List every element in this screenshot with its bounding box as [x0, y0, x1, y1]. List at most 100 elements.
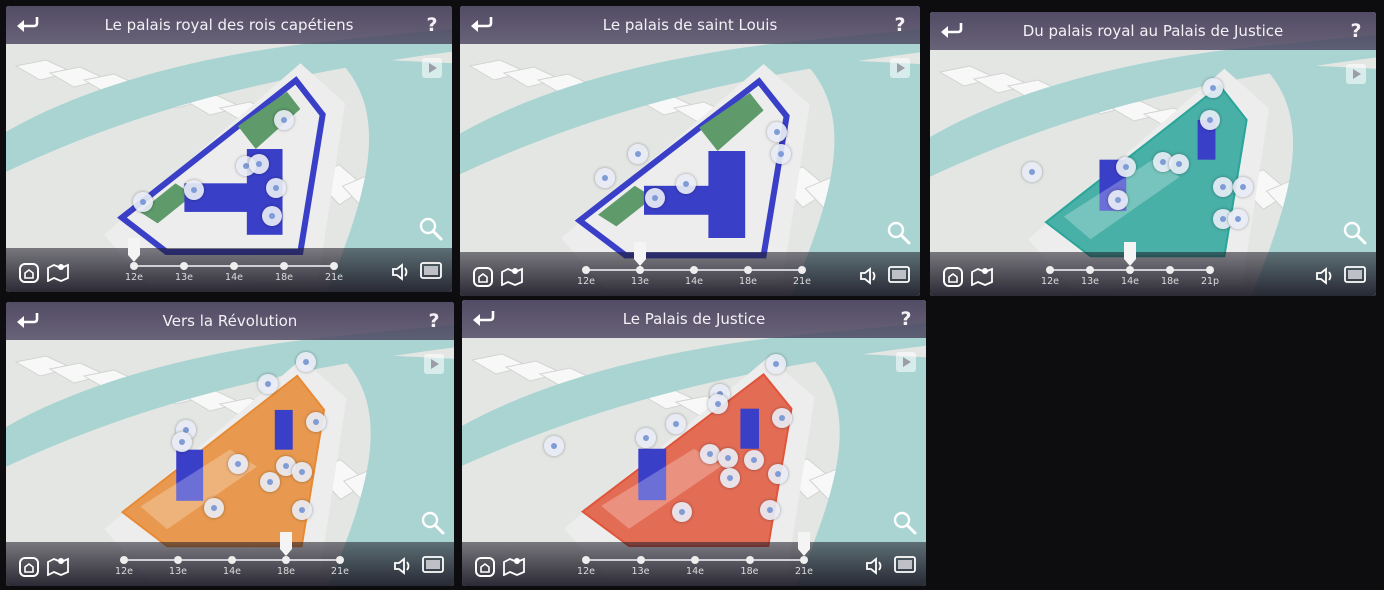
timeline[interactable]: 12e 13e 14e 18e 21e	[577, 532, 813, 578]
zoom-icon[interactable]	[886, 220, 912, 246]
point-of-interest-icon[interactable]	[296, 352, 316, 372]
point-of-interest-icon[interactable]	[744, 450, 764, 470]
help-icon[interactable]: ?	[422, 6, 442, 44]
zoom-icon[interactable]	[420, 510, 446, 536]
point-of-interest-icon[interactable]	[249, 154, 269, 174]
timeline-tick[interactable]	[336, 556, 344, 564]
point-of-interest-icon[interactable]	[1116, 157, 1136, 177]
sound-icon[interactable]	[392, 555, 414, 577]
point-of-interest-icon[interactable]	[262, 206, 282, 226]
point-of-interest-icon[interactable]	[274, 110, 294, 130]
home-icon[interactable]	[474, 556, 496, 578]
zoom-icon[interactable]	[892, 510, 918, 536]
timeline-tick[interactable]	[120, 556, 128, 564]
point-of-interest-icon[interactable]	[1169, 154, 1189, 174]
timeline-tick[interactable]	[230, 262, 238, 270]
point-of-interest-icon[interactable]	[172, 432, 192, 452]
point-of-interest-icon[interactable]	[718, 448, 738, 468]
point-of-interest-icon[interactable]	[1200, 110, 1220, 130]
play-icon[interactable]	[422, 58, 442, 78]
timeline-tick[interactable]	[180, 262, 188, 270]
timeline-tick[interactable]	[798, 266, 806, 274]
sound-icon[interactable]	[1314, 265, 1336, 287]
timeline-tick[interactable]	[745, 556, 754, 564]
back-arrow-icon[interactable]	[472, 308, 496, 330]
help-icon[interactable]: ?	[896, 300, 916, 338]
timeline-marker[interactable]	[797, 531, 811, 557]
play-icon[interactable]	[896, 352, 916, 372]
map-icon[interactable]	[500, 264, 523, 287]
timeline-tick[interactable]	[1086, 266, 1094, 274]
point-of-interest-icon[interactable]	[544, 436, 564, 456]
point-of-interest-icon[interactable]	[258, 374, 278, 394]
point-of-interest-icon[interactable]	[292, 462, 312, 482]
point-of-interest-icon[interactable]	[645, 188, 665, 208]
point-of-interest-icon[interactable]	[292, 500, 312, 520]
play-icon[interactable]	[424, 354, 444, 374]
timeline-tick[interactable]	[174, 556, 182, 564]
point-of-interest-icon[interactable]	[768, 464, 788, 484]
help-icon[interactable]: ?	[890, 6, 910, 44]
timeline[interactable]: 12e 13e 14e 18e 21e	[577, 242, 811, 288]
timeline-tick[interactable]	[228, 556, 236, 564]
point-of-interest-icon[interactable]	[676, 174, 696, 194]
point-of-interest-icon[interactable]	[184, 180, 204, 200]
timeline-tick[interactable]	[744, 266, 752, 274]
help-icon[interactable]: ?	[424, 302, 444, 340]
timeline-tick[interactable]	[282, 556, 290, 564]
point-of-interest-icon[interactable]	[1203, 78, 1223, 98]
back-arrow-icon[interactable]	[940, 20, 964, 42]
play-icon[interactable]	[1346, 64, 1366, 84]
timeline-marker[interactable]	[1123, 241, 1137, 267]
help-icon[interactable]: ?	[1346, 12, 1366, 50]
point-of-interest-icon[interactable]	[306, 412, 326, 432]
timeline-tick[interactable]	[691, 556, 699, 564]
point-of-interest-icon[interactable]	[133, 192, 153, 212]
point-of-interest-icon[interactable]	[595, 168, 615, 188]
sound-icon[interactable]	[858, 265, 880, 287]
timeline[interactable]: 12e 13e 14e 18e 21e	[125, 238, 343, 284]
point-of-interest-icon[interactable]	[1213, 177, 1233, 197]
point-of-interest-icon[interactable]	[708, 394, 728, 414]
point-of-interest-icon[interactable]	[204, 498, 224, 518]
sound-icon[interactable]	[864, 555, 886, 577]
point-of-interest-icon[interactable]	[260, 472, 280, 492]
timeline-tick[interactable]	[1126, 266, 1134, 274]
point-of-interest-icon[interactable]	[700, 444, 720, 464]
map-icon[interactable]	[46, 260, 69, 283]
point-of-interest-icon[interactable]	[720, 468, 740, 488]
play-icon[interactable]	[890, 58, 910, 78]
home-icon[interactable]	[942, 266, 964, 288]
home-icon[interactable]	[18, 262, 40, 284]
timeline-tick[interactable]	[1046, 266, 1054, 274]
timeline-tick[interactable]	[582, 266, 590, 274]
timeline-tick[interactable]	[280, 262, 288, 270]
timeline-tick[interactable]	[636, 266, 644, 274]
point-of-interest-icon[interactable]	[628, 144, 648, 164]
screen-icon[interactable]	[420, 261, 442, 283]
point-of-interest-icon[interactable]	[760, 500, 780, 520]
point-of-interest-icon[interactable]	[666, 414, 686, 434]
map-icon[interactable]	[970, 264, 993, 287]
screen-icon[interactable]	[422, 555, 444, 577]
map-icon[interactable]	[502, 554, 525, 577]
zoom-icon[interactable]	[418, 216, 444, 242]
timeline-tick[interactable]	[636, 556, 645, 564]
timeline-tick[interactable]	[1206, 266, 1214, 274]
map-icon[interactable]	[46, 554, 69, 577]
point-of-interest-icon[interactable]	[767, 122, 787, 142]
screen-icon[interactable]	[888, 265, 910, 287]
point-of-interest-icon[interactable]	[1233, 177, 1253, 197]
sound-icon[interactable]	[390, 261, 412, 283]
point-of-interest-icon[interactable]	[1022, 162, 1042, 182]
point-of-interest-icon[interactable]	[766, 354, 786, 374]
point-of-interest-icon[interactable]	[228, 454, 248, 474]
point-of-interest-icon[interactable]	[636, 428, 656, 448]
timeline-tick[interactable]	[690, 266, 698, 274]
zoom-icon[interactable]	[1342, 220, 1368, 246]
back-arrow-icon[interactable]	[16, 310, 40, 332]
screen-icon[interactable]	[894, 555, 916, 577]
timeline[interactable]: 12e 13e 14e 18e 21p	[1041, 242, 1219, 288]
timeline-tick[interactable]	[330, 262, 338, 270]
back-arrow-icon[interactable]	[16, 14, 40, 36]
